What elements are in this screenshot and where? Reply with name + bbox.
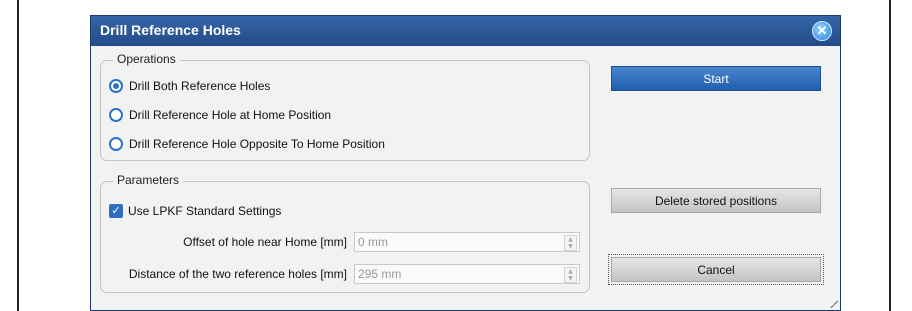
distance-label: Distance of the two reference holes [mm]: [128, 267, 347, 281]
parameters-group: Parameters ✓ Use LPKF Standard Settings …: [100, 173, 590, 293]
checkbox-label: Use LPKF Standard Settings: [128, 204, 282, 218]
offset-input[interactable]: 0 mm ▲ ▼: [354, 232, 580, 252]
distance-value: 295 mm: [358, 267, 402, 281]
radio-label: Drill Reference Hole Opposite To Home Po…: [129, 137, 385, 151]
spinner-arrows-icon[interactable]: ▲ ▼: [564, 235, 577, 251]
operations-group: Operations Drill Both Reference Holes Dr…: [100, 52, 590, 161]
cancel-button[interactable]: Cancel: [608, 254, 824, 285]
drill-reference-holes-dialog: Drill Reference Holes ✕ Operations Drill…: [90, 15, 841, 311]
radio-drill-opposite[interactable]: Drill Reference Hole Opposite To Home Po…: [109, 137, 385, 151]
radio-drill-home[interactable]: Drill Reference Hole at Home Position: [109, 108, 331, 122]
start-button[interactable]: Start: [611, 66, 821, 91]
close-button[interactable]: ✕: [812, 21, 832, 41]
radio-label: Drill Both Reference Holes: [129, 79, 271, 93]
offset-value: 0 mm: [358, 235, 388, 249]
offset-label: Offset of hole near Home [mm]: [183, 235, 347, 249]
radio-button[interactable]: [109, 137, 123, 151]
parameters-legend: Parameters: [113, 173, 184, 187]
checkmark-icon[interactable]: ✓: [109, 204, 123, 218]
operations-legend: Operations: [113, 52, 180, 66]
distance-input[interactable]: 295 mm ▲ ▼: [354, 264, 580, 284]
delete-stored-positions-button[interactable]: Delete stored positions: [611, 188, 821, 213]
title-bar[interactable]: Drill Reference Holes ✕: [91, 16, 840, 46]
use-standard-settings-checkbox[interactable]: ✓ Use LPKF Standard Settings: [109, 204, 281, 218]
close-icon: ✕: [816, 23, 828, 38]
radio-button[interactable]: [109, 108, 123, 122]
resize-grip-icon[interactable]: [828, 298, 838, 308]
radio-drill-both[interactable]: Drill Both Reference Holes: [109, 79, 270, 93]
radio-label: Drill Reference Hole at Home Position: [129, 108, 332, 122]
dialog-title: Drill Reference Holes: [100, 22, 241, 38]
spinner-arrows-icon[interactable]: ▲ ▼: [564, 267, 577, 283]
radio-button-checked[interactable]: [109, 79, 123, 93]
